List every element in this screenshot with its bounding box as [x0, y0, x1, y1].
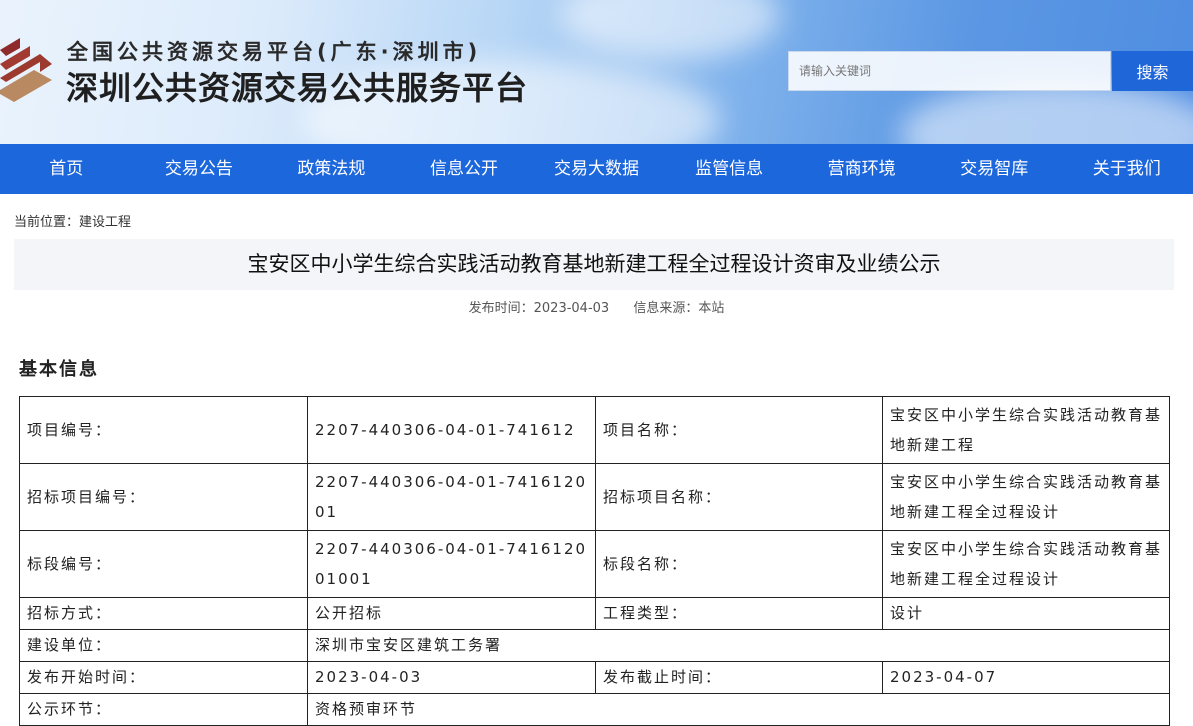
nav-item-think-tank[interactable]: 交易智库: [928, 144, 1061, 194]
table-value: 设计: [883, 598, 1170, 630]
nav-item-about[interactable]: 关于我们: [1061, 144, 1193, 194]
table-value: 2207-440306-04-01-7416120 01001: [308, 531, 596, 598]
search-input[interactable]: [788, 51, 1111, 91]
site-logo-icon: [0, 38, 56, 102]
table-label: 标段名称：: [596, 531, 883, 598]
table-value: 公开招标: [308, 598, 596, 630]
table-row: 招标方式： 公开招标 工程类型： 设计: [20, 598, 1170, 630]
table-value: 2207-440306-04-01-7416120 01: [308, 464, 596, 531]
nav-item-business-environment[interactable]: 营商环境: [795, 144, 928, 194]
table-row: 发布开始时间： 2023-04-03 发布截止时间： 2023-04-07: [20, 662, 1170, 694]
table-value: 宝安区中小学生综合实践活动教育基地新建工程全过程设计: [883, 464, 1170, 531]
platform-title: 深圳公共资源交易公共服务平台: [66, 63, 528, 109]
main-nav: 首页 交易公告 政策法规 信息公开 交易大数据 监管信息 营商环境 交易智库 关…: [0, 144, 1193, 194]
table-value: 宝安区中小学生综合实践活动教育基地新建工程: [883, 397, 1170, 464]
publish-time: 发布时间：2023-04-03: [469, 301, 610, 316]
table-row: 建设单位： 深圳市宝安区建筑工务署: [20, 630, 1170, 662]
table-label: 项目名称：: [596, 397, 883, 464]
search-button[interactable]: 搜索: [1112, 51, 1193, 91]
nav-item-policies[interactable]: 政策法规: [265, 144, 398, 194]
table-row: 公示环节： 资格预审环节: [20, 694, 1170, 726]
table-row: 标段编号： 2207-440306-04-01-7416120 01001 标段…: [20, 531, 1170, 598]
table-value: 深圳市宝安区建筑工务署: [308, 630, 1170, 662]
table-value: 2023-04-07: [883, 662, 1170, 694]
basic-info-table: 项目编号： 2207-440306-04-01-741612 项目名称： 宝安区…: [19, 396, 1170, 726]
table-label: 工程类型：: [596, 598, 883, 630]
table-value: 资格预审环节: [308, 694, 1170, 726]
table-row: 项目编号： 2207-440306-04-01-741612 项目名称： 宝安区…: [20, 397, 1170, 464]
nav-item-home[interactable]: 首页: [0, 144, 133, 194]
table-label: 标段编号：: [20, 531, 308, 598]
table-label: 招标项目编号：: [20, 464, 308, 531]
platform-subtitle: 全国公共资源交易平台(广东·深圳市): [67, 36, 481, 66]
article-title: 宝安区中小学生综合实践活动教育基地新建工程全过程设计资审及业绩公示: [14, 239, 1174, 290]
section-title: 基本信息: [19, 355, 99, 381]
table-value: 2023-04-03: [308, 662, 596, 694]
nav-item-big-data[interactable]: 交易大数据: [530, 144, 663, 194]
table-label: 项目编号：: [20, 397, 308, 464]
nav-item-disclosure[interactable]: 信息公开: [398, 144, 531, 194]
nav-item-supervision[interactable]: 监管信息: [663, 144, 796, 194]
nav-item-announcements[interactable]: 交易公告: [133, 144, 266, 194]
header-banner: 全国公共资源交易平台(广东·深圳市) 深圳公共资源交易公共服务平台 搜索: [0, 0, 1193, 144]
table-label: 发布截止时间：: [596, 662, 883, 694]
article-meta: 发布时间：2023-04-03 信息来源：本站: [0, 297, 1193, 316]
table-label: 公示环节：: [20, 694, 308, 726]
table-label: 建设单位：: [20, 630, 308, 662]
table-row: 招标项目编号： 2207-440306-04-01-7416120 01 招标项…: [20, 464, 1170, 531]
table-label: 招标项目名称：: [596, 464, 883, 531]
breadcrumb: 当前位置：建设工程: [14, 211, 131, 230]
table-label: 发布开始时间：: [20, 662, 308, 694]
info-source: 信息来源：本站: [633, 301, 724, 316]
table-value: 宝安区中小学生综合实践活动教育基地新建工程全过程设计: [883, 531, 1170, 598]
table-value: 2207-440306-04-01-741612: [308, 397, 596, 464]
cloud-decoration: [560, 0, 780, 60]
table-label: 招标方式：: [20, 598, 308, 630]
